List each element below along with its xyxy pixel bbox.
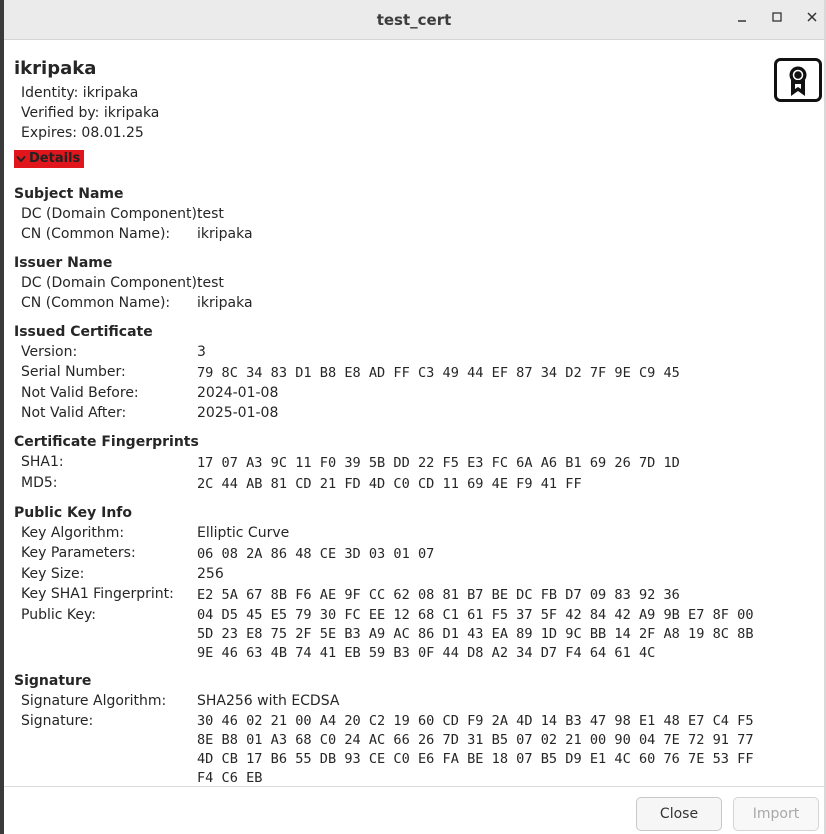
not-before-label: Not Valid Before:	[21, 385, 139, 401]
certificate-content[interactable]: ikripaka Identity: ikripaka Verified by:…	[14, 40, 824, 785]
issuer-cn-value: ikripaka	[197, 295, 253, 311]
issued-heading: Issued Certificate	[14, 324, 153, 340]
close-icon[interactable]	[802, 10, 822, 30]
sha1-value: 17 07 A3 9C 11 F0 39 5B DD 22 F5 E3 FC 6…	[197, 455, 680, 471]
key-params-label: Key Parameters:	[21, 545, 136, 561]
issuer-dc-value: test	[197, 275, 224, 291]
issuer-heading: Issuer Name	[14, 255, 113, 271]
chevron-down-icon	[16, 155, 26, 163]
signature-heading: Signature	[14, 673, 92, 689]
serial-label: Serial Number:	[21, 364, 126, 380]
fingerprints-heading: Certificate Fingerprints	[14, 434, 199, 450]
md5-label: MD5:	[21, 475, 58, 491]
public-key-label: Public Key:	[21, 607, 96, 623]
key-algorithm-label: Key Algorithm:	[21, 525, 125, 541]
signature-value: 30 46 02 21 00 A4 20 C2 19 60 CD F9 2A 4…	[197, 713, 754, 785]
certificate-icon	[774, 58, 822, 102]
not-after-label: Not Valid After:	[21, 405, 127, 421]
signature-algorithm-label: Signature Algorithm:	[21, 693, 167, 709]
expires-text: Expires: 08.01.25	[21, 125, 144, 141]
md5-value: 2C 44 AB 81 CD 21 FD 4D C0 CD 11 69 4E F…	[197, 476, 582, 492]
window-title: test_cert	[376, 11, 452, 29]
serial-value: 79 8C 34 83 D1 B8 E8 AD FF C3 49 44 EF 8…	[197, 365, 680, 381]
subject-dc-value: test	[197, 206, 224, 222]
dialog-footer: Close Import	[4, 786, 824, 834]
key-algorithm-value: Elliptic Curve	[197, 525, 290, 541]
certificate-name: ikripaka	[14, 58, 97, 79]
version-value: 3	[197, 344, 206, 360]
issuer-dc-label: DC (Domain Component):	[21, 275, 202, 291]
subject-cn-value: ikripaka	[197, 226, 253, 242]
certificate-dialog: test_cert ikripaka Identity: ikripaka Ve…	[0, 0, 826, 834]
key-params-value: 06 08 2A 86 48 CE 3D 03 01 07	[197, 546, 435, 562]
not-after-value: 2025-01-08	[197, 405, 279, 421]
issuer-cn-label: CN (Common Name):	[21, 295, 171, 311]
public-key-heading: Public Key Info	[14, 505, 133, 521]
subject-heading: Subject Name	[14, 186, 124, 202]
version-label: Version:	[21, 344, 78, 360]
minimize-icon[interactable]	[732, 10, 752, 30]
maximize-icon[interactable]	[767, 10, 787, 30]
not-before-value: 2024-01-08	[197, 385, 279, 401]
subject-dc-label: DC (Domain Component):	[21, 206, 202, 222]
sha1-label: SHA1:	[21, 454, 64, 470]
details-expander[interactable]: Details	[14, 150, 85, 168]
details-label: Details	[29, 151, 81, 166]
key-size-label: Key Size:	[21, 566, 85, 582]
import-button[interactable]: Import	[733, 797, 819, 831]
key-size-value: 256	[197, 566, 224, 582]
verified-by-text: Verified by: ikripaka	[21, 105, 160, 121]
signature-label: Signature:	[21, 713, 94, 729]
key-sha1-fp-label: Key SHA1 Fingerprint:	[21, 586, 174, 602]
public-key-value: 04 D5 45 E5 79 30 FC EE 12 68 C1 61 F5 3…	[197, 607, 754, 661]
subject-cn-label: CN (Common Name):	[21, 226, 171, 242]
key-sha1-fp-value: E2 5A 67 8B F6 AE 9F CC 62 08 81 B7 BE D…	[197, 587, 680, 603]
identity-text: Identity: ikripaka	[21, 85, 139, 101]
signature-algorithm-value: SHA256 with ECDSA	[197, 693, 340, 709]
close-button[interactable]: Close	[636, 797, 722, 831]
title-bar[interactable]: test_cert	[4, 0, 824, 40]
